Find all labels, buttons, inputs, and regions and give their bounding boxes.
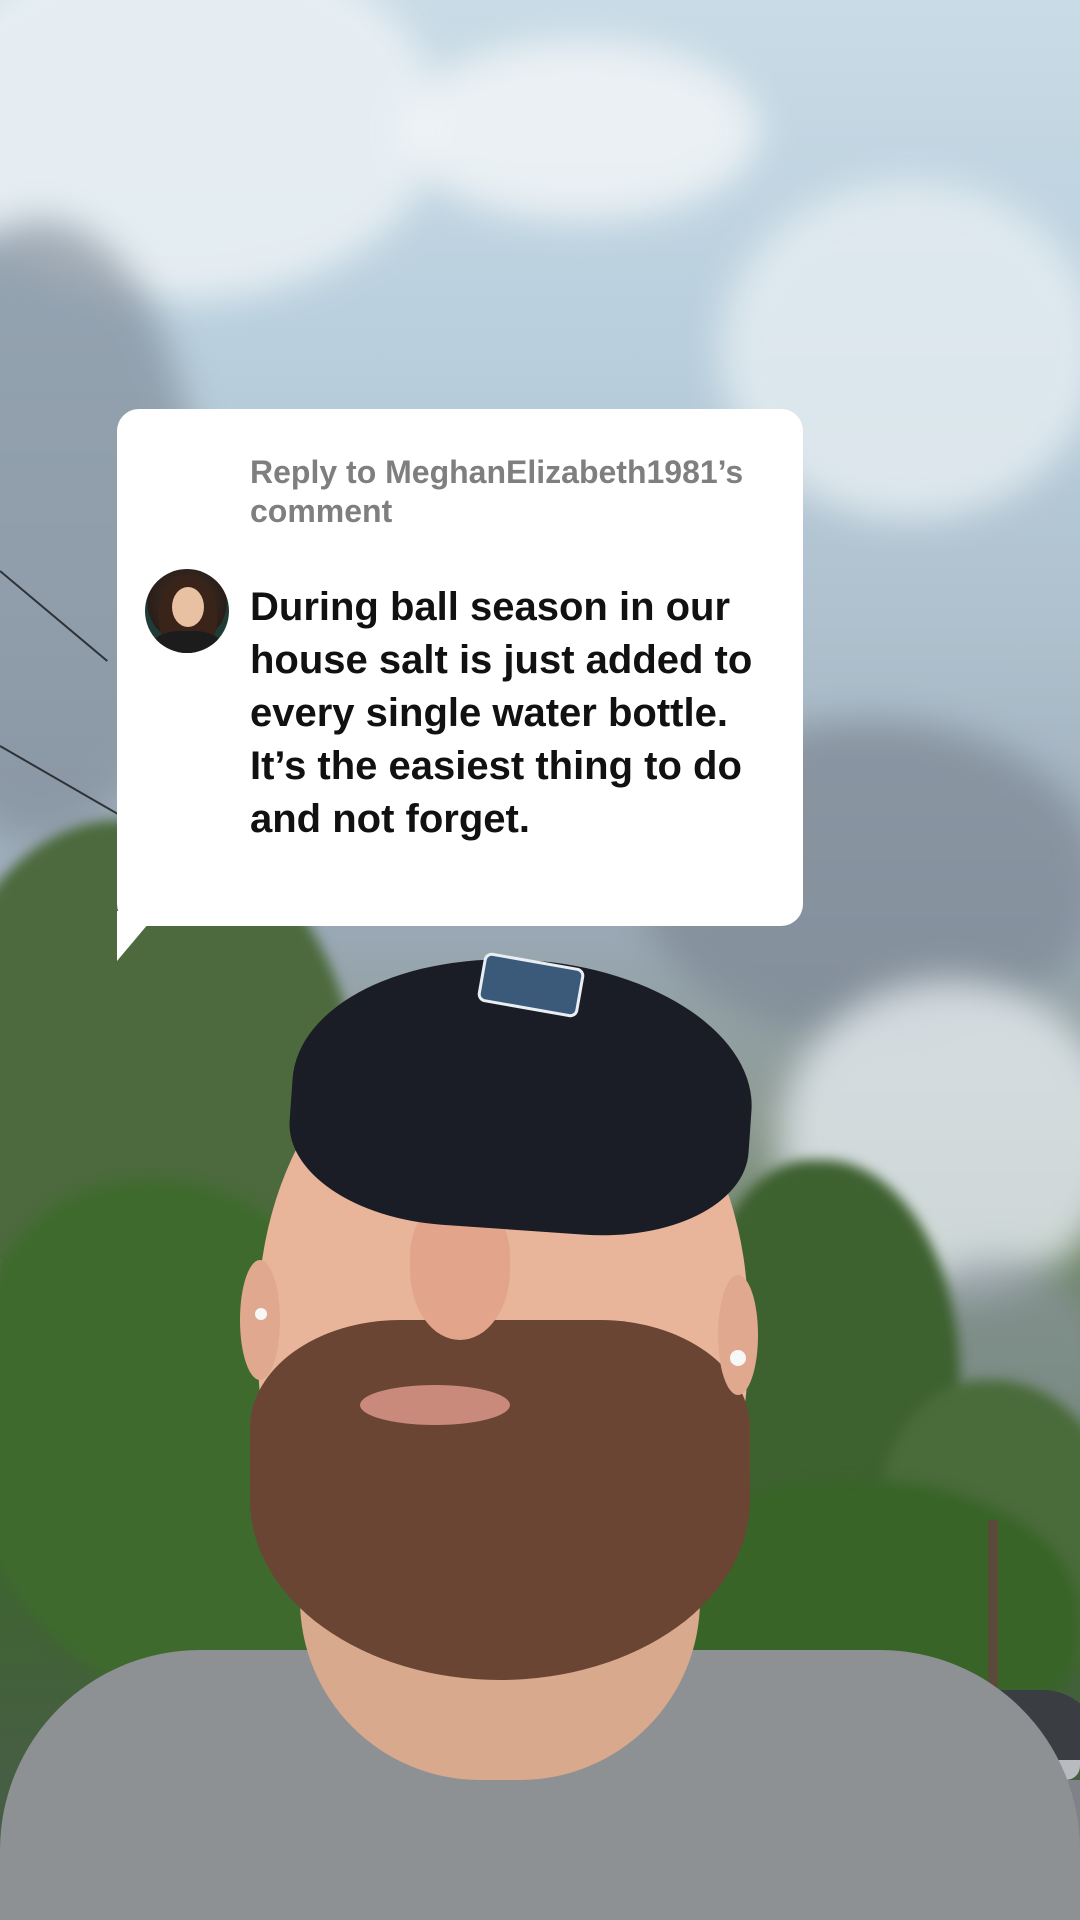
commenter-avatar[interactable] (145, 569, 229, 653)
avatar-face (172, 587, 204, 627)
beard (250, 1320, 750, 1680)
reply-to-header: Reply to MeghanElizabeth1981’s comment (250, 454, 744, 529)
bubble-tail (117, 911, 159, 961)
comment-text: During ball season in our house salt is … (250, 585, 753, 841)
earring (730, 1350, 746, 1366)
avatar-shirt (151, 631, 223, 653)
left-ear (240, 1260, 280, 1380)
mouth (360, 1385, 510, 1425)
video-frame[interactable]: Reply to MeghanElizabeth1981’s comment D… (0, 0, 1080, 1920)
earring (255, 1308, 267, 1320)
person-in-video (0, 0, 1080, 1920)
reply-comment-bubble[interactable]: Reply to MeghanElizabeth1981’s comment D… (117, 409, 803, 961)
right-ear (718, 1275, 758, 1395)
